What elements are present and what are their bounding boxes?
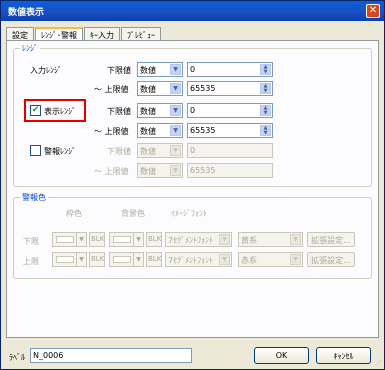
- col-frame-color: 枠色: [66, 209, 82, 218]
- spin-icon[interactable]: ▲ ▼: [260, 64, 271, 75]
- chevron-down-icon[interactable]: ▼: [219, 234, 230, 245]
- input-upper-type-select[interactable]: 数値 ▼: [137, 81, 183, 96]
- input-lower-value: 0: [190, 65, 196, 74]
- alarm-upper-type-value: 数値: [140, 167, 156, 176]
- tab-key-input[interactable]: ｷｰ入力: [84, 27, 120, 41]
- alarm-lower-value: 0: [190, 146, 196, 155]
- close-button[interactable]: ✕: [366, 4, 380, 18]
- chevron-down-icon[interactable]: ▼: [170, 105, 181, 116]
- input-lower-type-value: 数値: [140, 66, 156, 75]
- upper-detail-button[interactable]: 拡張設定...: [307, 252, 355, 267]
- input-upper-field[interactable]: 65535 ▲ ▼: [187, 81, 273, 96]
- color-swatch: [56, 256, 74, 263]
- spin-icon[interactable]: ▲ ▼: [260, 125, 271, 136]
- display-upper-type-value: 数値: [140, 127, 156, 136]
- chevron-down-icon[interactable]: ▼: [170, 83, 181, 94]
- col-image-font: ｲﾒｰｼﾞﾌｫﾝﾄ: [171, 209, 207, 218]
- upper-frame-color-button[interactable]: ▼: [52, 252, 87, 267]
- lower-detail-button[interactable]: 拡張設定...: [307, 232, 355, 247]
- range-group: ﾚﾝｼﾞ 入力ﾚﾝｼﾞ 下限値 数値 ▼ 0 ▲ ▼ ～ 上限値 数値 ▼ 655…: [13, 43, 372, 187]
- ok-button[interactable]: OK: [254, 347, 309, 364]
- alarm-color-legend: 警報色: [20, 192, 48, 203]
- chevron-down-icon[interactable]: ▼: [170, 145, 181, 156]
- lower-color-name: 黄系: [241, 236, 257, 245]
- chevron-down-icon[interactable]: ▼: [219, 254, 230, 265]
- lower-alarm-label: 下限: [23, 237, 39, 246]
- upper-bg-blk[interactable]: BLK: [146, 252, 162, 267]
- color-swatch: [113, 256, 131, 263]
- lower-bg-blk[interactable]: BLK: [146, 232, 162, 247]
- chevron-down-icon: ▼: [76, 253, 86, 266]
- alarm-lower-type-select[interactable]: 数値 ▼: [137, 143, 183, 158]
- tab-preview[interactable]: ﾌﾟﾚﾋﾞｭｰ: [121, 27, 161, 41]
- lower-font-value: 7ｾｸﾞﾒﾝﾄﾌｫﾝﾄ: [168, 236, 214, 245]
- chevron-down-icon[interactable]: ▼: [170, 125, 181, 136]
- alarm-color-group: 警報色 枠色 背景色 ｲﾒｰｼﾞﾌｫﾝﾄ 下限 ▼ BLK ▼ BLK 7ｾｸﾞ…: [13, 192, 372, 279]
- input-upper-type-value: 数値: [140, 85, 156, 94]
- upper-font-select[interactable]: 7ｾｸﾞﾒﾝﾄﾌｫﾝﾄ ▼: [165, 252, 232, 267]
- tab-settings[interactable]: 設定: [6, 27, 34, 41]
- alarm-upper-label: ～ 上限値: [94, 167, 129, 176]
- alarm-upper-value: 65535: [190, 166, 216, 175]
- display-upper-value: 65535: [190, 126, 216, 135]
- title-bar: 数値表示 ✕: [1, 1, 384, 21]
- display-lower-label: 下限値: [107, 107, 131, 116]
- spin-icon[interactable]: ▲ ▼: [260, 105, 271, 116]
- chevron-down-icon[interactable]: ▼: [170, 64, 181, 75]
- lower-frame-blk[interactable]: BLK: [89, 232, 105, 247]
- resize-grip-icon[interactable]: ⋰: [375, 359, 382, 367]
- lower-font-select[interactable]: 7ｾｸﾞﾒﾝﾄﾌｫﾝﾄ ▼: [165, 232, 232, 247]
- upper-color-name-select[interactable]: 赤系 ▼: [238, 252, 303, 267]
- range-group-legend: ﾚﾝｼﾞ: [20, 43, 40, 54]
- label-caption: ﾗﾍﾞﾙ: [9, 353, 25, 362]
- tab-strip: 設定 ﾚﾝｼﾞ･警報 ｷｰ入力 ﾌﾟﾚﾋﾞｭｰ: [6, 27, 162, 42]
- alarm-range-checkbox[interactable]: [30, 145, 41, 156]
- chevron-down-icon[interactable]: ▼: [290, 234, 301, 245]
- alarm-lower-label: 下限値: [107, 147, 131, 156]
- col-bg-color: 背景色: [121, 209, 145, 218]
- upper-bg-color-button[interactable]: ▼: [109, 252, 144, 267]
- input-upper-label: ～ 上限値: [94, 85, 129, 94]
- input-lower-label: 下限値: [107, 66, 131, 75]
- lower-frame-color-button[interactable]: ▼: [52, 232, 87, 247]
- display-range-label: 表示ﾚﾝｼﾞ: [44, 107, 76, 116]
- display-lower-type-select[interactable]: 数値 ▼: [137, 103, 183, 118]
- display-upper-label: ～ 上限値: [94, 127, 129, 136]
- alarm-lower-type-value: 数値: [140, 147, 156, 156]
- display-upper-type-select[interactable]: 数値 ▼: [137, 123, 183, 138]
- chevron-down-icon: ▼: [76, 233, 86, 246]
- input-range-label: 入力ﾚﾝｼﾞ: [30, 66, 62, 75]
- display-lower-field[interactable]: 0 ▲ ▼: [187, 103, 273, 118]
- chevron-down-icon: ▼: [133, 233, 143, 246]
- label-input-value: N_0006: [33, 351, 64, 360]
- upper-font-value: 7ｾｸﾞﾒﾝﾄﾌｫﾝﾄ: [168, 256, 214, 265]
- chevron-down-icon[interactable]: ▼: [290, 254, 301, 265]
- lower-bg-color-button[interactable]: ▼: [109, 232, 144, 247]
- lower-color-name-select[interactable]: 黄系 ▼: [238, 232, 303, 247]
- spin-icon[interactable]: ▲ ▼: [260, 83, 271, 94]
- display-range-checkbox[interactable]: ✔: [30, 105, 41, 116]
- chevron-down-icon[interactable]: ▼: [170, 165, 181, 176]
- input-lower-field[interactable]: 0 ▲ ▼: [187, 62, 273, 77]
- color-swatch: [113, 236, 131, 243]
- window-title: 数値表示: [8, 8, 45, 18]
- cancel-button[interactable]: ｷｬﾝｾﾙ: [316, 347, 371, 364]
- chevron-down-icon: ▼: [133, 253, 143, 266]
- color-swatch: [56, 236, 74, 243]
- display-lower-value: 0: [190, 106, 196, 115]
- display-upper-field[interactable]: 65535 ▲ ▼: [187, 123, 273, 138]
- tab-panel: ﾚﾝｼﾞ 入力ﾚﾝｼﾞ 下限値 数値 ▼ 0 ▲ ▼ ～ 上限値 数値 ▼ 655…: [6, 40, 379, 338]
- input-upper-value: 65535: [190, 84, 216, 93]
- label-input[interactable]: N_0006: [30, 348, 192, 363]
- upper-alarm-label: 上限: [23, 257, 39, 266]
- alarm-upper-type-select[interactable]: 数値 ▼: [137, 163, 183, 178]
- alarm-range-label: 警報ﾚﾝｼﾞ: [44, 147, 76, 156]
- alarm-upper-field[interactable]: 65535: [187, 163, 273, 178]
- upper-frame-blk[interactable]: BLK: [89, 252, 105, 267]
- dialog-window: 数値表示 ✕ 設定 ﾚﾝｼﾞ･警報 ｷｰ入力 ﾌﾟﾚﾋﾞｭｰ ﾚﾝｼﾞ 入力ﾚﾝ…: [0, 0, 385, 370]
- display-lower-type-value: 数値: [140, 107, 156, 116]
- input-lower-type-select[interactable]: 数値 ▼: [137, 62, 183, 77]
- upper-color-name: 赤系: [241, 256, 257, 265]
- alarm-lower-field[interactable]: 0: [187, 143, 273, 158]
